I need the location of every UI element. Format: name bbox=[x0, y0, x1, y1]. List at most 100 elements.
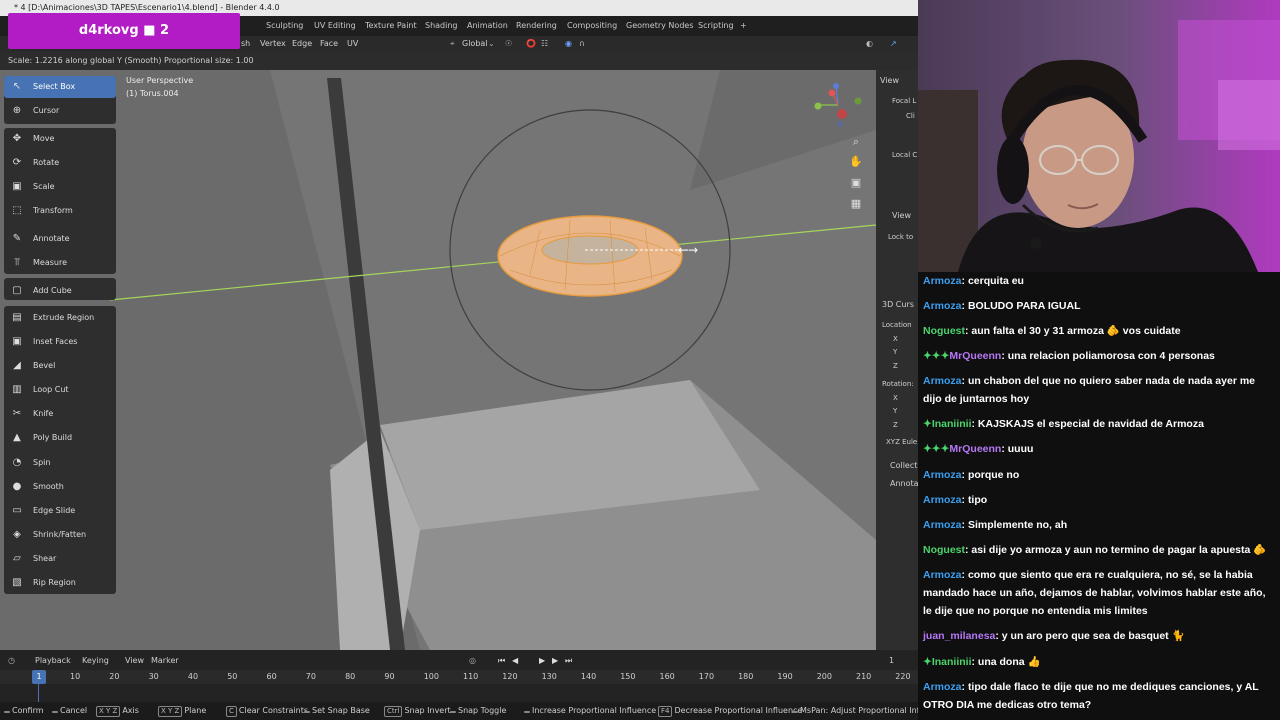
tool-shear[interactable]: ▱ Shear bbox=[4, 548, 116, 570]
key-icon bbox=[450, 711, 456, 713]
playhead[interactable]: 1 bbox=[32, 670, 46, 684]
play-icon[interactable]: ▶ bbox=[539, 656, 545, 665]
hint-item: Snap Toggle bbox=[450, 706, 506, 715]
menu-mesh[interactable]: sh bbox=[241, 39, 250, 48]
chat-username[interactable]: MrQueenn bbox=[949, 350, 1001, 362]
tool-loop-cut[interactable]: ▥ Loop Cut bbox=[4, 379, 116, 401]
falloff-icon[interactable]: ∩ bbox=[579, 39, 585, 48]
gizmo-toggle-icon[interactable]: ↗ bbox=[890, 39, 897, 48]
tool-label: Edge Slide bbox=[33, 506, 76, 515]
tool-cursor[interactable]: ⊕ Cursor bbox=[4, 100, 116, 122]
tab-sculpting[interactable]: Sculpting bbox=[266, 21, 303, 30]
tool-select-box[interactable]: ↖ Select Box bbox=[4, 76, 116, 98]
prev-keyframe-icon[interactable]: ◀ bbox=[512, 656, 518, 665]
tab-scripting[interactable]: Scripting bbox=[698, 21, 734, 30]
tool-poly-build[interactable]: ▲ Poly Build bbox=[4, 427, 116, 449]
panel-collection-header[interactable]: Collecti bbox=[890, 461, 918, 470]
menu-vertex[interactable]: Vertex bbox=[260, 39, 286, 48]
chat-username[interactable]: Inaniinii bbox=[932, 656, 972, 668]
loop-cut-icon: ▥ bbox=[12, 384, 22, 395]
proportional-edit-icon[interactable]: ◉ bbox=[565, 39, 572, 48]
tool-add-cube[interactable]: ▢ Add Cube bbox=[4, 280, 116, 302]
tool-edge-slide[interactable]: ▭ Edge Slide bbox=[4, 500, 116, 522]
tab-uv-editing[interactable]: UV Editing bbox=[314, 21, 356, 30]
panel-annotations-header[interactable]: Annotat bbox=[890, 479, 918, 488]
chat-username[interactable]: Armoza bbox=[923, 681, 962, 693]
menu-marker[interactable]: Marker bbox=[151, 656, 179, 665]
tool-label: Select Box bbox=[33, 82, 76, 91]
menu-keying[interactable]: Keying bbox=[82, 656, 109, 665]
chat-username[interactable]: Armoza bbox=[923, 275, 962, 287]
tool-shrink-fatten[interactable]: ◈ Shrink/Fatten bbox=[4, 524, 116, 546]
tool-annotate[interactable]: ✎ Annotate bbox=[4, 228, 116, 250]
select-box-icon: ↖ bbox=[12, 81, 22, 92]
panel-view-header[interactable]: View bbox=[880, 76, 899, 85]
rotation-mode-dropdown[interactable]: XYZ Eule bbox=[886, 438, 917, 446]
next-keyframe-icon[interactable]: ▶ bbox=[552, 656, 558, 665]
tool-rip-region[interactable]: ▧ Rip Region bbox=[4, 572, 116, 594]
pan-hand-icon[interactable]: ✋ bbox=[848, 154, 864, 170]
snap-target-icon[interactable]: ☷ bbox=[541, 39, 548, 48]
current-frame-field[interactable]: 1 bbox=[889, 656, 894, 665]
tab-rendering[interactable]: Rendering bbox=[516, 21, 557, 30]
editor-type-icon[interactable]: ◷ bbox=[8, 656, 15, 665]
chat-username[interactable]: Armoza bbox=[923, 469, 962, 481]
tab-shading[interactable]: Shading bbox=[425, 21, 458, 30]
visibility-icon[interactable]: ◐ bbox=[866, 39, 873, 48]
snap-icon[interactable]: ⭕ bbox=[526, 39, 536, 48]
chat-username[interactable]: Armoza bbox=[923, 519, 962, 531]
tool-inset-faces[interactable]: ▣ Inset Faces bbox=[4, 331, 116, 353]
record-icon[interactable]: ◎ bbox=[469, 656, 476, 665]
menu-view[interactable]: View bbox=[125, 656, 144, 665]
menu-edge[interactable]: Edge bbox=[292, 39, 312, 48]
chat-username[interactable]: Armoza bbox=[923, 300, 962, 312]
frame-tick: 120 bbox=[502, 672, 518, 681]
hint-text: Decrease Proportional Influence bbox=[674, 706, 803, 715]
chat-username[interactable]: Armoza bbox=[923, 569, 962, 581]
navigation-gizmo[interactable] bbox=[808, 80, 868, 130]
chat-username[interactable]: Noguest bbox=[923, 544, 965, 556]
chat-username[interactable]: MrQueenn bbox=[949, 443, 1001, 455]
chat-username[interactable]: Noguest bbox=[923, 325, 965, 337]
camera-icon[interactable]: ▣ bbox=[848, 175, 864, 191]
hint-item: X Y Z Axis bbox=[96, 706, 139, 717]
frame-tick: 190 bbox=[777, 672, 793, 681]
tool-smooth[interactable]: ● Smooth bbox=[4, 476, 116, 498]
menu-uv[interactable]: UV bbox=[347, 39, 358, 48]
chat-username[interactable]: Armoza bbox=[923, 375, 962, 387]
tool-rotate[interactable]: ⟳ Rotate bbox=[4, 152, 116, 174]
panel-view-lock-header[interactable]: View bbox=[892, 211, 911, 220]
tab-geometry-nodes[interactable]: Geometry Nodes bbox=[626, 21, 693, 30]
frame-tick: 50 bbox=[227, 672, 238, 681]
frame-tick: 140 bbox=[580, 672, 597, 681]
tab-texture-paint[interactable]: Texture Paint bbox=[365, 21, 417, 30]
tool-bevel[interactable]: ◢ Bevel bbox=[4, 355, 116, 377]
pivot-icon[interactable]: ☉ bbox=[505, 39, 512, 48]
timeline-ruler[interactable]: 10 20 30 40 50 60 70 80 90 100 110 120 130 140 150 160 1… bbox=[0, 670, 918, 684]
3d-viewport[interactable]: ←→ User Perspective (1) Torus.004 bbox=[0, 70, 876, 650]
tool-extrude-region[interactable]: ▤ Extrude Region bbox=[4, 307, 116, 329]
chat-message: ✦Inaniinii: una dona 👍 bbox=[923, 653, 1275, 671]
tool-measure[interactable]: ⫪ Measure bbox=[4, 252, 116, 274]
tab-compositing[interactable]: Compositing bbox=[567, 21, 617, 30]
tool-move[interactable]: ✥ Move bbox=[4, 128, 116, 150]
chat-username[interactable]: juan_milanesa bbox=[923, 630, 995, 642]
zoom-icon[interactable]: ⌕ bbox=[848, 134, 864, 150]
tool-knife[interactable]: ✂ Knife bbox=[4, 403, 116, 425]
chat-username[interactable]: Inaniinii bbox=[932, 418, 972, 430]
grid-icon[interactable]: ▦ bbox=[848, 196, 864, 212]
tool-transform[interactable]: ⬚ Transform bbox=[4, 200, 116, 222]
jump-end-icon[interactable]: ⏭ bbox=[565, 656, 572, 666]
frame-tick: 20 bbox=[109, 672, 120, 681]
jump-start-icon[interactable]: ⏮ bbox=[498, 656, 505, 666]
add-workspace-button[interactable]: + bbox=[740, 21, 747, 30]
tool-scale[interactable]: ▣ Scale bbox=[4, 176, 116, 198]
chat-username[interactable]: Armoza bbox=[923, 494, 962, 506]
tool-spin[interactable]: ◔ Spin bbox=[4, 452, 116, 474]
hint-text: Plane bbox=[184, 706, 207, 715]
panel-3d-cursor-header[interactable]: 3D Curs bbox=[882, 300, 914, 309]
menu-playback[interactable]: Playback bbox=[35, 656, 71, 665]
transform-orientation-dropdown[interactable]: Global bbox=[462, 39, 488, 48]
tab-animation[interactable]: Animation bbox=[467, 21, 508, 30]
menu-face[interactable]: Face bbox=[320, 39, 338, 48]
